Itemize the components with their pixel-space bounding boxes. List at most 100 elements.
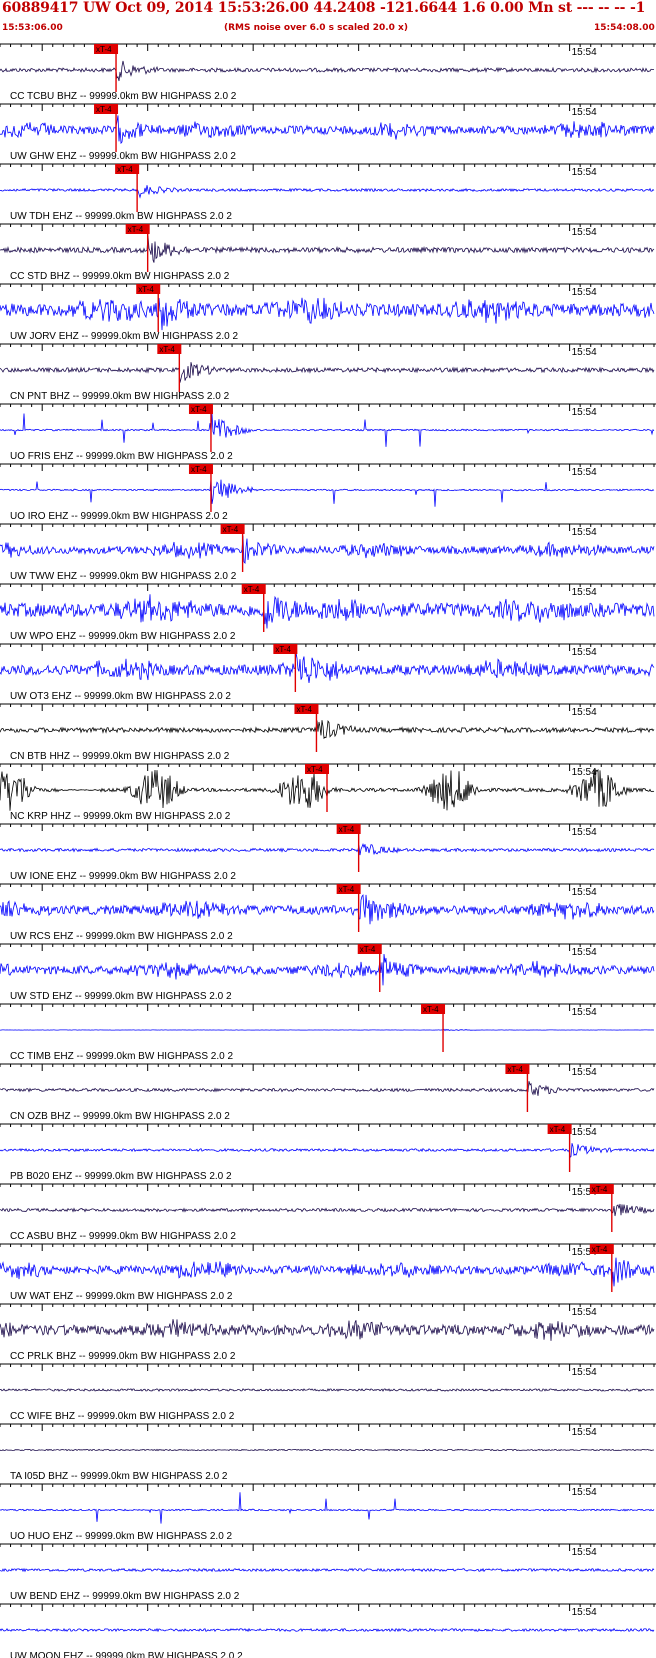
trace-row: 15:54 xT-4 CC STD BHZ -- 99999.0km BW HIGH… xyxy=(0,223,656,282)
waveform-trace xyxy=(0,115,655,145)
waveform-trace xyxy=(0,1203,655,1217)
waveform-trace xyxy=(0,362,655,383)
waveform-trace xyxy=(0,297,655,331)
minute-tick-label: 15:54 xyxy=(572,1007,597,1018)
waveform-trace xyxy=(0,1448,655,1452)
waveform-trace xyxy=(0,478,655,507)
pick-label: xT-4 xyxy=(96,105,112,114)
waveform-trace xyxy=(0,1388,655,1392)
trace-row: 15:54 xT-4 UO FRIS EHZ -- 99999.0km BW HIG… xyxy=(0,403,656,462)
station-label: CN PNT BHZ -- 99999.0km BW HIGHPASS 2.0 … xyxy=(10,391,230,402)
station-label: UO FRIS EHZ -- 99999.0km BW HIGHPASS 2.0… xyxy=(10,451,233,462)
minute-tick-label: 15:54 xyxy=(572,1127,597,1138)
trace-row: 15:54 xT-4 CC TIMB EHZ -- 99999.0km BW HIG… xyxy=(0,1003,656,1062)
station-label: UW TWW EHZ -- 99999.0km BW HIGHPASS 2.0 … xyxy=(10,571,237,582)
waveform-trace xyxy=(0,1627,655,1633)
minute-tick-label: 15:54 xyxy=(572,47,597,58)
trace-row: 15:54 xT-4 UO IRO EHZ -- 99999.0km BW HIGH… xyxy=(0,463,656,522)
trace-row: 15:54 UW MOON EHZ -- 99999.0km BW HIGHPAS… xyxy=(0,1603,656,1658)
minute-tick-label: 15:54 xyxy=(572,647,597,658)
station-label: CC TCBU BHZ -- 99999.0km BW HIGHPASS 2.0… xyxy=(10,91,237,102)
scaling-note: (RMS noise over 6.0 s scaled 20.0 x) xyxy=(224,23,408,33)
chart-title: 60889417 UW Oct 09, 2014 15:53:26.00 44.… xyxy=(2,0,646,16)
station-label: UW JORV EHZ -- 99999.0km BW HIGHPASS 2.0… xyxy=(10,331,238,342)
waveform-trace xyxy=(0,185,655,199)
trace-row: 15:54 TA I05D BHZ -- 99999.0km BW HIGHPAS… xyxy=(0,1423,656,1482)
minute-tick-label: 15:54 xyxy=(572,1607,597,1618)
station-label: UO HUO EHZ -- 99999.0km BW HIGHPASS 2.0 … xyxy=(10,1531,233,1542)
trace-row: 15:54 CC PRLK BHZ -- 99999.0km BW HIGHPAS… xyxy=(0,1303,656,1362)
station-label: UW WPO EHZ -- 99999.0km BW HIGHPASS 2.0 … xyxy=(10,631,236,642)
waveform-trace xyxy=(0,1028,654,1032)
pick-label: xT-4 xyxy=(191,465,207,474)
pick-label: xT-4 xyxy=(339,885,355,894)
trace-row: 15:54 xT-4 UW IONE EHZ -- 99999.0km BW HIG… xyxy=(0,823,656,882)
trace-row: 15:54 xT-4 UW TWW EHZ -- 99999.0km BW HIGH… xyxy=(0,523,656,582)
waveform-trace xyxy=(0,1319,655,1341)
station-label: NC KRP HHZ -- 99999.0km BW HIGHPASS 2.0 … xyxy=(10,811,231,822)
trace-row: 15:54 xT-4 CN OZB BHZ -- 99999.0km BW HIGH… xyxy=(0,1063,656,1122)
end-time-label: 15:54:08.00 xyxy=(594,23,655,33)
trace-row: 15:54 xT-4 UW OT3 EHZ -- 99999.0km BW HIGH… xyxy=(0,643,656,702)
minute-tick-label: 15:54 xyxy=(572,1427,597,1438)
station-label: UW STD EHZ -- 99999.0km BW HIGHPASS 2.0 … xyxy=(10,991,232,1002)
pick-label: xT-4 xyxy=(360,945,376,954)
pick-label: xT-4 xyxy=(423,1005,439,1014)
pick-label: xT-4 xyxy=(507,1065,523,1074)
station-label: UW BEND EHZ -- 99999.0km BW HIGHPASS 2.0… xyxy=(10,1591,240,1602)
trace-row: 15:54 xT-4 CN PNT BHZ -- 99999.0km BW HIGH… xyxy=(0,343,656,402)
minute-tick-label: 15:54 xyxy=(572,227,597,238)
minute-tick-label: 15:54 xyxy=(572,467,597,478)
pick-label: xT-4 xyxy=(592,1245,608,1254)
minute-tick-label: 15:54 xyxy=(572,1487,597,1498)
trace-row: 15:54 xT-4 UW JORV EHZ -- 99999.0km BW HIG… xyxy=(0,283,656,342)
station-label: UW RCS EHZ -- 99999.0km BW HIGHPASS 2.0 … xyxy=(10,931,233,942)
pick-label: xT-4 xyxy=(117,165,133,174)
pick-label: xT-4 xyxy=(339,825,355,834)
waveform-trace xyxy=(0,1567,655,1573)
waveform-trace xyxy=(0,1143,655,1159)
trace-row: 15:54 CC WIFE BHZ -- 99999.0km BW HIGHPAS… xyxy=(0,1363,656,1422)
pick-label: xT-4 xyxy=(96,45,112,54)
station-label: UW WAT EHZ -- 99999.0km BW HIGHPASS 2.0 … xyxy=(10,1291,233,1302)
station-label: TA I05D BHZ -- 99999.0km BW HIGHPASS 2.0… xyxy=(10,1471,228,1482)
station-label: CN OZB BHZ -- 99999.0km BW HIGHPASS 2.0 … xyxy=(10,1111,230,1122)
station-label: CC WIFE BHZ -- 99999.0km BW HIGHPASS 2.0… xyxy=(10,1411,235,1422)
waveform-trace xyxy=(0,953,655,986)
minute-tick-label: 15:54 xyxy=(572,587,597,598)
trace-row: 15:54 xT-4 CC TCBU BHZ -- 99999.0km BW HIG… xyxy=(0,43,656,102)
waveform-trace xyxy=(0,1081,655,1096)
station-label: PB B020 EHZ -- 99999.0km BW HIGHPASS 2.0… xyxy=(10,1171,232,1182)
waveform-trace xyxy=(0,235,655,263)
station-label: CC PRLK BHZ -- 99999.0km BW HIGHPASS 2.0… xyxy=(10,1351,236,1362)
minute-tick-label: 15:54 xyxy=(572,1547,597,1558)
waveform-trace xyxy=(0,594,655,629)
minute-tick-label: 15:54 xyxy=(572,1307,597,1318)
pick-label: xT-4 xyxy=(159,345,175,354)
pick-label: xT-4 xyxy=(275,645,291,654)
pick-label: xT-4 xyxy=(296,705,312,714)
waveform-trace xyxy=(0,894,655,925)
trace-row: 15:54 UW BEND EHZ -- 99999.0km BW HIGHPAS… xyxy=(0,1543,656,1602)
minute-tick-label: 15:54 xyxy=(572,1067,597,1078)
trace-row: 15:54 xT-4 PB B020 EHZ -- 99999.0km BW HIG… xyxy=(0,1123,656,1182)
minute-tick-label: 15:54 xyxy=(572,107,597,118)
trace-row: 15:54 xT-4 UW GHW EHZ -- 99999.0km BW HIGH… xyxy=(0,103,656,162)
minute-tick-label: 15:54 xyxy=(572,887,597,898)
start-time-label: 15:53:06.00 xyxy=(2,23,63,33)
pick-label: xT-4 xyxy=(128,225,144,234)
minute-tick-label: 15:54 xyxy=(572,347,597,358)
station-label: UW OT3 EHZ -- 99999.0km BW HIGHPASS 2.0 … xyxy=(10,691,231,702)
station-label: UW IONE EHZ -- 99999.0km BW HIGHPASS 2.0… xyxy=(10,871,236,882)
pick-label: xT-4 xyxy=(592,1185,608,1194)
pick-label: xT-4 xyxy=(307,765,323,774)
trace-row: 15:54 xT-4 UW TDH EHZ -- 99999.0km BW HIGH… xyxy=(0,163,656,222)
station-label: UW GHW EHZ -- 99999.0km BW HIGHPASS 2.0 … xyxy=(10,151,236,162)
trace-row: 15:54xT-4CC ASBU BHZ -- 99999.0km BW HIG… xyxy=(0,1183,656,1242)
pick-label: xT-4 xyxy=(550,1125,566,1134)
station-label: UO IRO EHZ -- 99999.0km BW HIGHPASS 2.0 … xyxy=(10,511,228,522)
station-label: CN BTB HHZ -- 99999.0km BW HIGHPASS 2.0 … xyxy=(10,751,230,762)
trace-row: 15:54 xT-4 UW WPO EHZ -- 99999.0km BW HIGH… xyxy=(0,583,656,642)
station-label: CC ASBU BHZ -- 99999.0km BW HIGHPASS 2.0… xyxy=(10,1231,236,1242)
trace-row: 15:54 xT-4 UW RCS EHZ -- 99999.0km BW HIGH… xyxy=(0,883,656,942)
